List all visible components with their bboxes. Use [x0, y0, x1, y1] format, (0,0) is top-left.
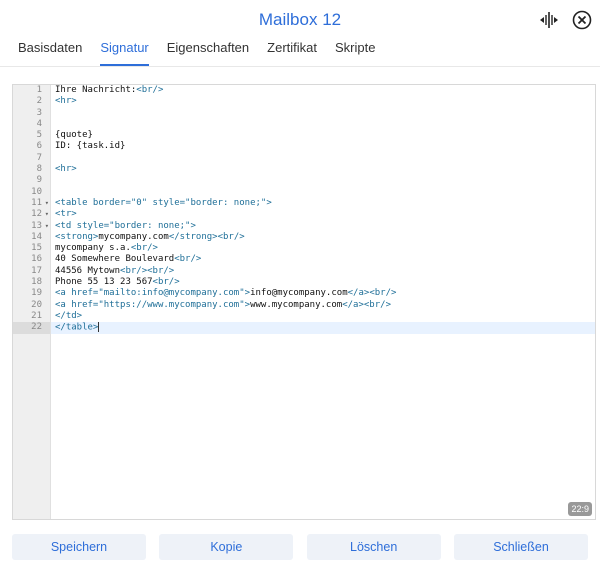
dialog-header: Mailbox 12 [0, 0, 600, 40]
code-line[interactable]: <a href="https://www.mycompany.com">www.… [51, 300, 595, 311]
code-line[interactable]: <hr> [51, 164, 595, 175]
delete-button[interactable]: Löschen [306, 534, 441, 560]
line-number: 15 [31, 243, 42, 254]
line-number: 20 [31, 299, 42, 310]
line-number: 3 [36, 107, 42, 118]
tab-zertifikat[interactable]: Zertifikat [267, 40, 317, 66]
code-line[interactable]: <strong>mycompany.com</strong><br/> [51, 232, 595, 243]
copy-button[interactable]: Kopie [159, 534, 294, 560]
code-line[interactable]: 40 Somewhere Boulevard<br/> [51, 254, 595, 265]
fold-arrow-icon[interactable]: ▾ [45, 221, 49, 232]
fold-arrow-icon[interactable]: ▾ [45, 198, 49, 209]
line-number: 11 ▾ [31, 197, 49, 209]
code-line[interactable]: <tr> [51, 209, 595, 220]
code-line[interactable]: <hr> [51, 96, 595, 107]
code-line[interactable] [51, 108, 595, 119]
code-line[interactable]: </td> [51, 311, 595, 322]
column-resize-icon[interactable] [540, 11, 558, 29]
tab-signatur[interactable]: Signatur [100, 40, 150, 66]
line-number: 13 ▾ [31, 220, 49, 232]
code-line[interactable]: mycompany s.a.<br/> [51, 243, 595, 254]
line-number: 22 [13, 322, 50, 334]
line-number: 21 [31, 310, 42, 321]
tab-eigenschaften[interactable]: Eigenschaften [167, 40, 249, 66]
signature-code-editor[interactable]: 1 2 3 4 5 6 7 8 9 10 11 ▾ 12 ▾ 13 ▾ 14 15 16 17 18 19 20 21 22 I… [12, 84, 596, 520]
line-number: 14 [31, 231, 42, 242]
line-number: 10 [31, 186, 42, 197]
dialog-title: Mailbox 12 [258, 10, 342, 29]
line-number: 18 [31, 277, 42, 288]
code-line[interactable]: <table border="0" style="border: none;"> [51, 198, 595, 209]
code-line[interactable]: <a href="mailto:info@mycompany.com">info… [51, 288, 595, 299]
code-line[interactable] [51, 187, 595, 198]
save-button[interactable]: Speichern [12, 534, 146, 560]
code-line[interactable]: Phone 55 13 23 567<br/> [51, 277, 595, 288]
line-number: 4 [36, 118, 42, 129]
line-number-gutter: 1 2 3 4 5 6 7 8 9 10 11 ▾ 12 ▾ 13 ▾ 14 15 16 17 18 19 20 21 22 [13, 85, 51, 519]
fold-arrow-icon[interactable]: ▾ [45, 209, 49, 220]
code-line[interactable] [51, 119, 595, 130]
text-cursor [98, 322, 100, 333]
line-number: 19 [31, 288, 42, 299]
code-area[interactable]: Ihre Nachricht:<br/> <hr> {quote} ID: {task… [51, 85, 595, 334]
code-line[interactable]: ID: {task.id} [51, 141, 595, 152]
tab-skripte[interactable]: Skripte [335, 40, 375, 66]
cursor-position-badge: 22:9 [568, 502, 592, 516]
code-line[interactable]: </table> [51, 322, 595, 334]
line-number: 9 [36, 175, 42, 186]
code-line[interactable] [51, 175, 595, 186]
line-number: 7 [36, 152, 42, 163]
code-line[interactable]: Ihre Nachricht:<br/> [51, 85, 595, 96]
dialog-footer: Speichern Kopie Löschen Schließen [12, 534, 588, 560]
code-line[interactable]: <td style="border: none;"> [51, 221, 595, 232]
tab-basisdaten[interactable]: Basisdaten [18, 40, 82, 66]
code-line[interactable] [51, 153, 595, 164]
line-number: 1 [36, 85, 42, 95]
line-number: 17 [31, 265, 42, 276]
line-number: 8 [36, 164, 42, 175]
close-button[interactable]: Schließen [453, 534, 588, 560]
close-icon[interactable] [572, 10, 592, 30]
tab-bar: Basisdaten Signatur Eigenschaften Zertif… [18, 40, 393, 66]
code-line[interactable]: {quote} [51, 130, 595, 141]
code-line[interactable]: 44556 Mytown<br/><br/> [51, 266, 595, 277]
line-number: 6 [36, 141, 42, 152]
line-number: 2 [36, 96, 42, 107]
line-number: 16 [31, 254, 42, 265]
tab-divider [0, 66, 600, 67]
line-number: 5 [36, 130, 42, 141]
line-number: 12 ▾ [31, 209, 49, 220]
